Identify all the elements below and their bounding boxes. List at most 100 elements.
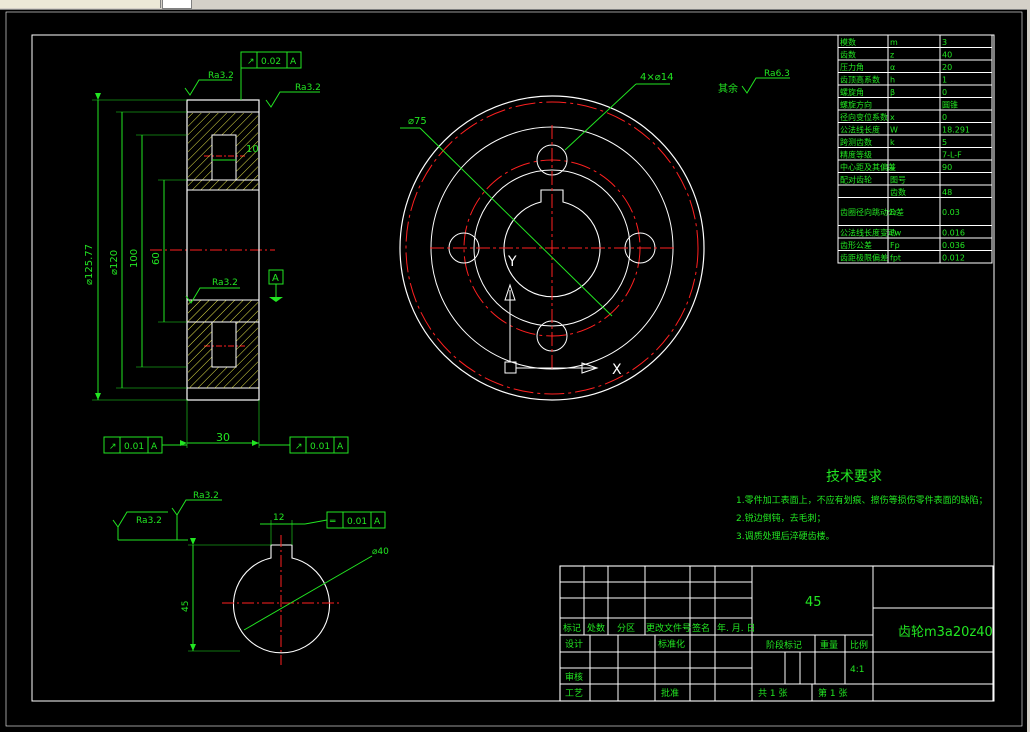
param-cell: 0.036: [942, 241, 965, 250]
param-cell: W: [890, 125, 898, 134]
dim-width-30: 30: [216, 431, 230, 444]
svg-text:重量: 重量: [820, 639, 838, 651]
svg-text:比例: 比例: [850, 639, 868, 651]
svg-text:更改文件号: 更改文件号: [646, 622, 691, 634]
svg-text:签名: 签名: [692, 622, 710, 634]
param-cell: 中心距及其偏差: [840, 162, 896, 172]
param-cell: a: [890, 163, 895, 172]
tol-sym-value: 0.01: [347, 517, 367, 527]
svg-text:工艺: 工艺: [565, 688, 583, 699]
param-cell: 圆锥: [942, 99, 958, 109]
ra-mid: Ra3.2: [212, 278, 238, 288]
leader-holes: [564, 83, 637, 151]
param-cell: 40: [942, 50, 952, 59]
ra-key-top: Ra3.2: [193, 491, 219, 501]
param-cell: k: [890, 138, 895, 147]
param-cell: 压力角: [840, 62, 864, 72]
axis-x-label: X: [612, 362, 622, 378]
param-cell: 0.012: [942, 253, 965, 262]
svg-text:↗: ↗: [295, 442, 303, 452]
tech-req-item-3: 3.调质处理后淬硬齿楼。: [736, 530, 835, 542]
param-cell: 0: [942, 113, 947, 122]
dim-10: 10: [246, 144, 259, 155]
svg-text:↗: ↗: [247, 57, 255, 67]
param-cell: fpt: [890, 253, 901, 262]
param-cell: 5: [942, 138, 947, 147]
svg-text:A: A: [290, 57, 297, 67]
param-cell: 螺旋角: [840, 87, 864, 97]
leader-d40: [243, 555, 373, 631]
param-cell: 模数: [840, 37, 856, 47]
param-cell: 90: [942, 163, 952, 172]
param-cell: α: [890, 63, 895, 72]
rest-label: 其余: [718, 82, 738, 95]
param-cell: 齿数: [890, 187, 906, 197]
param-cell: β: [890, 88, 895, 97]
param-cell: 48: [942, 188, 952, 197]
param-cell: 齿距极限偏差: [840, 252, 888, 262]
param-cell: 1: [942, 75, 947, 84]
material: 45: [805, 595, 822, 610]
ra-top-right: Ra3.2: [295, 83, 321, 93]
param-cell: 20: [942, 63, 952, 72]
svg-text:阶段标记: 阶段标记: [766, 639, 802, 651]
svg-text:标准化: 标准化: [658, 638, 685, 650]
param-cell: Fp: [890, 241, 900, 250]
param-cell: 精度等级: [840, 149, 872, 159]
dim-12: 12: [273, 513, 284, 523]
dim-outer-diameter: ⌀125.77: [84, 244, 95, 285]
axis-y-label: Y: [507, 254, 517, 270]
svg-text:共 1 张: 共 1 张: [758, 688, 787, 699]
tech-req-item-1: 1.零件加工表面上，不应有划痕、擦伤等损伤零件表面的缺陷；: [736, 494, 988, 506]
part-name: 齿轮m3a20z40: [898, 625, 993, 640]
param-cell: 配对齿轮: [840, 174, 872, 184]
ra-key-left: Ra3.2: [136, 516, 162, 526]
tol-top-value: 0.02: [261, 57, 281, 67]
param-cell: 齿顶高系数: [840, 74, 880, 84]
ucs-icon: [504, 361, 517, 374]
param-cell: 齿形公差: [840, 240, 872, 250]
param-cell: z: [890, 50, 894, 59]
param-cell: 螺旋方向: [840, 99, 872, 109]
dim-120-diameter: ⌀120: [109, 250, 120, 275]
cad-drawing-canvas[interactable]: ⌀125.77 ⌀120 100 60 10 30 Ra3.2 Ra3.2 Ra…: [0, 0, 1030, 732]
dim-60-diameter: 60: [151, 252, 162, 265]
param-cell: 7-L-F: [942, 150, 962, 159]
param-cell: 公法线长度变动: [840, 227, 896, 237]
param-cell: 18.291: [942, 125, 970, 134]
param-cell: 3: [942, 38, 947, 47]
svg-text:批准: 批准: [661, 687, 679, 699]
param-cell: 跨测齿数: [840, 137, 872, 147]
param-cell: 0.03: [942, 208, 960, 217]
svg-text:分区: 分区: [617, 623, 635, 634]
svg-text:A: A: [151, 442, 158, 452]
bore-outline: [232, 544, 331, 654]
svg-text:年. 月. 日: 年. 月. 日: [717, 622, 755, 634]
leader-d75: [419, 127, 613, 317]
ra-rest: Ra6.3: [764, 69, 790, 79]
param-cell: 径向变位系数: [840, 112, 888, 122]
param-cell: m: [890, 38, 898, 47]
svg-text:A: A: [374, 517, 381, 527]
svg-text:A: A: [337, 442, 344, 452]
param-cell: Fr: [890, 208, 898, 217]
dim-45: 45: [181, 601, 191, 612]
svg-text:↗: ↗: [109, 442, 117, 452]
param-cell: 公法线长度: [840, 124, 880, 134]
param-cell: 0: [942, 88, 947, 97]
dim-100-diameter: 100: [129, 249, 140, 268]
tol-bottom-left-value: 0.01: [124, 442, 144, 452]
hatch-top-rim: [188, 113, 258, 135]
svg-text:═: ═: [329, 517, 336, 527]
scale-value: 4:1: [850, 665, 864, 675]
svg-text:审核: 审核: [565, 671, 583, 683]
param-cell: 图号: [890, 175, 906, 184]
svg-text:处数: 处数: [587, 622, 605, 634]
dim-d40: ⌀40: [372, 547, 389, 557]
front-view: X Y: [399, 83, 705, 401]
tech-req-item-2: 2.锐边倒钝，去毛刺；: [736, 512, 826, 524]
dim-holes: 4×⌀14: [640, 72, 674, 83]
svg-text:设计: 设计: [565, 638, 583, 650]
svg-text:标记: 标记: [563, 622, 581, 634]
param-cell: h: [890, 75, 895, 84]
